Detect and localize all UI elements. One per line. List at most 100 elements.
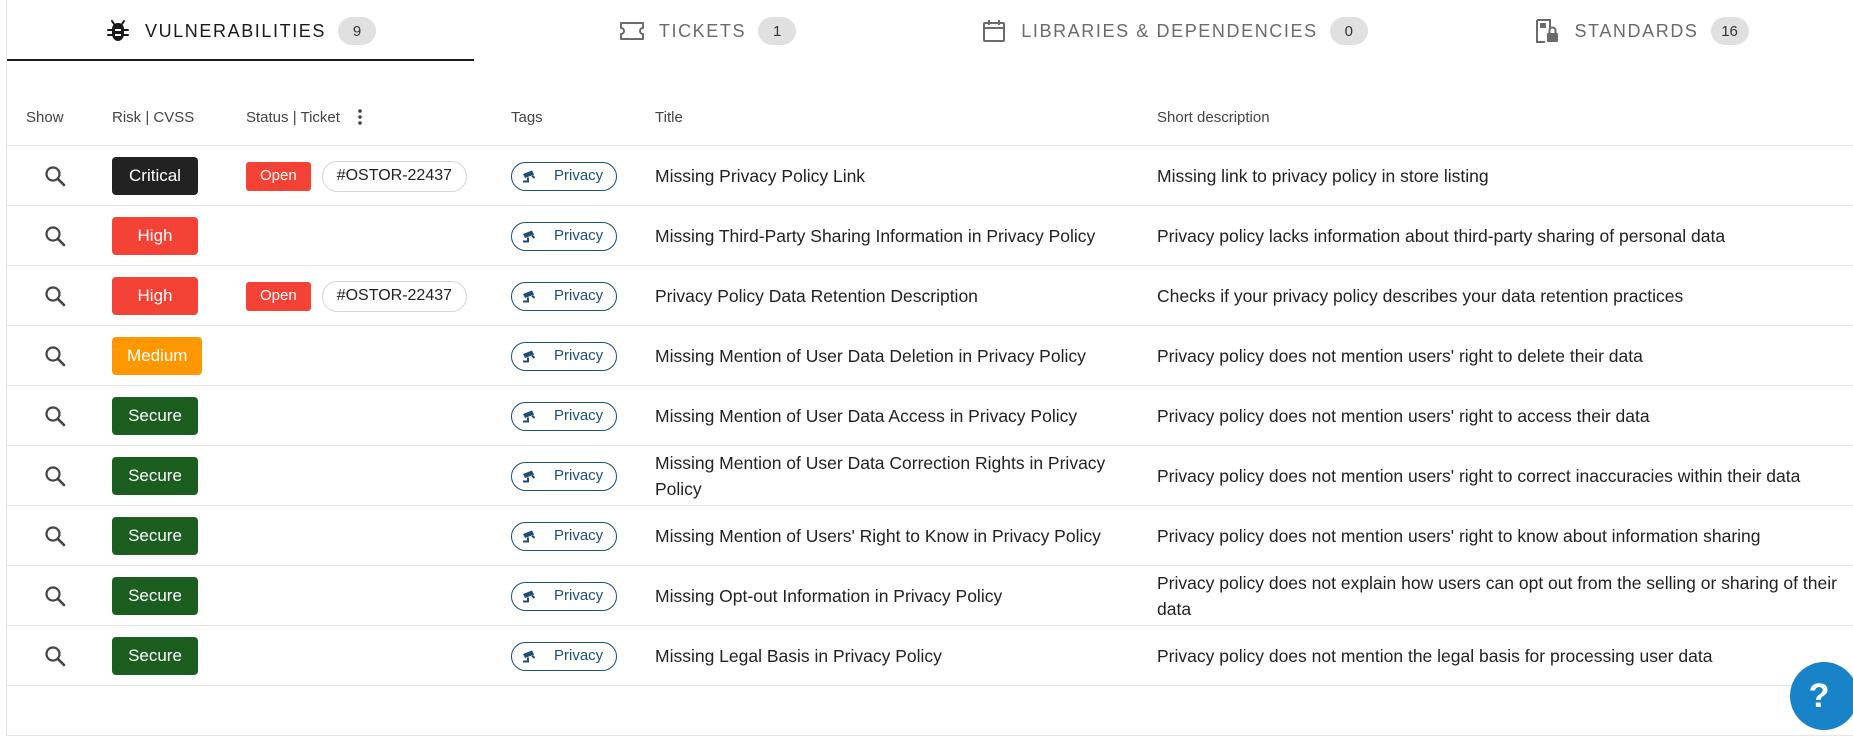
header-short-description: Short description bbox=[1157, 108, 1270, 126]
cctv-camera-icon bbox=[522, 649, 546, 663]
tag-chip-privacy[interactable]: Privacy bbox=[511, 221, 618, 251]
tag-label: Privacy bbox=[554, 167, 604, 184]
table-row[interactable]: Secure Privacy Missing Opt-out Information… bbox=[7, 566, 1853, 626]
risk-cell: High bbox=[112, 266, 198, 326]
ticket-link-chip[interactable]: #OSTOR-22437 bbox=[321, 160, 468, 192]
vulnerability-title: Missing Mention of User Data Access in P… bbox=[655, 406, 1078, 426]
tag-label: Privacy bbox=[554, 647, 604, 664]
header-risk-cvss[interactable]: Risk | CVSS bbox=[112, 88, 194, 146]
table-row[interactable]: Critical Open #OSTOR-22437 Privacy Missing P… bbox=[7, 146, 1853, 206]
vulnerability-title: Missing Opt-out Information in Privacy P… bbox=[655, 586, 1003, 606]
vulnerability-title: Privacy Policy Data Retention Descriptio… bbox=[655, 286, 978, 306]
ticket-link-chip[interactable]: #OSTOR-22437 bbox=[321, 280, 468, 312]
risk-badge: Critical bbox=[112, 157, 198, 195]
table-row[interactable]: Secure Privacy Missing Mention of User Dat… bbox=[7, 386, 1853, 446]
risk-cell: Secure bbox=[112, 446, 198, 506]
search-icon bbox=[44, 645, 66, 667]
tags-cell: Privacy bbox=[511, 446, 618, 506]
search-icon bbox=[44, 225, 66, 247]
search-icon bbox=[44, 405, 66, 427]
tab-libraries-dependencies[interactable]: LIBRARIES & DEPENDENCIES 0 bbox=[941, 0, 1408, 62]
risk-cell: Medium bbox=[112, 326, 203, 386]
vulnerability-description: Privacy policy does not explain how user… bbox=[1157, 573, 1837, 619]
tab-count-badge: 16 bbox=[1710, 17, 1749, 45]
vulnerability-description: Privacy policy does not mention users' r… bbox=[1157, 346, 1643, 366]
cctv-camera-icon bbox=[522, 529, 546, 543]
vulnerability-title: Missing Legal Basis in Privacy Policy bbox=[655, 646, 942, 666]
tab-tickets[interactable]: TICKETS 1 bbox=[474, 0, 941, 62]
show-details-button[interactable] bbox=[35, 326, 75, 386]
help-button[interactable]: ? bbox=[1790, 662, 1853, 730]
tags-cell: Privacy bbox=[511, 506, 618, 566]
search-icon bbox=[44, 345, 66, 367]
table-row[interactable]: High Privacy Missing Third-Party Sharing I… bbox=[7, 206, 1853, 266]
tags-cell: Privacy bbox=[511, 206, 618, 266]
show-details-button[interactable] bbox=[35, 266, 75, 326]
risk-cell: Secure bbox=[112, 566, 198, 626]
risk-badge: Secure bbox=[112, 457, 198, 495]
tab-vulnerabilities[interactable]: VULNERABILITIES 9 bbox=[7, 0, 474, 62]
risk-badge: Secure bbox=[112, 637, 198, 675]
vulnerability-description: Privacy policy does not mention users' r… bbox=[1157, 466, 1801, 486]
status-ticket-cell: Open #OSTOR-22437 bbox=[246, 146, 468, 206]
tag-label: Privacy bbox=[554, 587, 604, 604]
tag-chip-privacy[interactable]: Privacy bbox=[511, 461, 618, 491]
cctv-camera-icon bbox=[522, 589, 546, 603]
table-row[interactable]: Secure Privacy Missing Mention of Users' R… bbox=[7, 506, 1853, 566]
more-options-icon[interactable] bbox=[352, 107, 368, 127]
vulnerability-description: Privacy policy does not mention users' r… bbox=[1157, 526, 1761, 546]
tab-standards[interactable]: STANDARDS 16 bbox=[1408, 0, 1853, 62]
tab-count-badge: 1 bbox=[758, 17, 797, 45]
tab-label: VULNERABILITIES bbox=[144, 20, 327, 41]
status-open-badge[interactable]: Open bbox=[246, 281, 311, 311]
risk-cell: High bbox=[112, 206, 198, 266]
show-details-button[interactable] bbox=[35, 626, 75, 686]
tag-chip-privacy[interactable]: Privacy bbox=[511, 281, 618, 311]
table-row[interactable]: Medium Privacy Missing Mention of User Dat… bbox=[7, 326, 1853, 386]
show-details-button[interactable] bbox=[35, 506, 75, 566]
table-header: Show Risk | CVSS Status | Ticket Tags Ti… bbox=[7, 88, 1853, 146]
tag-label: Privacy bbox=[554, 407, 604, 424]
risk-badge: Secure bbox=[112, 397, 198, 435]
tag-chip-privacy[interactable]: Privacy bbox=[511, 341, 618, 371]
tab-bar: VULNERABILITIES 9 TICKETS 1 LIBRARIES & … bbox=[7, 0, 1853, 62]
show-details-button[interactable] bbox=[35, 146, 75, 206]
header-show: Show bbox=[26, 108, 64, 126]
table-row[interactable]: Secure Privacy Missing Mention of User Dat… bbox=[7, 446, 1853, 506]
table-row[interactable]: High Open #OSTOR-22437 Privacy Privacy Polic… bbox=[7, 266, 1853, 326]
tag-chip-privacy[interactable]: Privacy bbox=[511, 641, 618, 671]
tag-chip-privacy[interactable]: Privacy bbox=[511, 161, 618, 191]
tab-label: LIBRARIES & DEPENDENCIES bbox=[1021, 20, 1318, 41]
vulnerability-title: Missing Privacy Policy Link bbox=[655, 166, 866, 186]
search-icon bbox=[44, 585, 66, 607]
vulnerability-title: Missing Mention of User Data Deletion in… bbox=[655, 346, 1086, 366]
show-details-button[interactable] bbox=[35, 206, 75, 266]
tag-label: Privacy bbox=[554, 347, 604, 364]
bug-icon bbox=[105, 18, 131, 44]
tag-chip-privacy[interactable]: Privacy bbox=[511, 581, 618, 611]
header-status-ticket-label[interactable]: Status | Ticket bbox=[246, 109, 340, 126]
tag-label: Privacy bbox=[554, 527, 604, 544]
vulnerability-description: Missing link to privacy policy in store … bbox=[1157, 166, 1489, 186]
vulnerability-title: Missing Third-Party Sharing Information … bbox=[655, 226, 1096, 246]
show-details-button[interactable] bbox=[35, 566, 75, 626]
vulnerabilities-panel: VULNERABILITIES 9 TICKETS 1 LIBRARIES & … bbox=[6, 0, 1853, 736]
status-ticket-cell: Open #OSTOR-22437 bbox=[246, 266, 468, 326]
status-open-badge[interactable]: Open bbox=[246, 161, 311, 191]
tag-label: Privacy bbox=[554, 227, 604, 244]
cctv-camera-icon bbox=[522, 169, 546, 183]
search-icon bbox=[44, 525, 66, 547]
table-row[interactable]: Secure Privacy Missing Legal Basis in Priv… bbox=[7, 626, 1853, 686]
show-details-button[interactable] bbox=[35, 386, 75, 446]
header-title[interactable]: Title bbox=[655, 88, 683, 146]
show-details-button[interactable] bbox=[35, 446, 75, 506]
risk-badge: Medium bbox=[112, 337, 203, 375]
tag-chip-privacy[interactable]: Privacy bbox=[511, 401, 618, 431]
cctv-camera-icon bbox=[522, 349, 546, 363]
search-icon bbox=[44, 285, 66, 307]
tab-count-badge: 9 bbox=[338, 17, 377, 45]
risk-badge: Secure bbox=[112, 577, 198, 615]
tag-chip-privacy[interactable]: Privacy bbox=[511, 521, 618, 551]
ticket-icon bbox=[619, 18, 645, 44]
risk-badge: High bbox=[112, 277, 198, 315]
